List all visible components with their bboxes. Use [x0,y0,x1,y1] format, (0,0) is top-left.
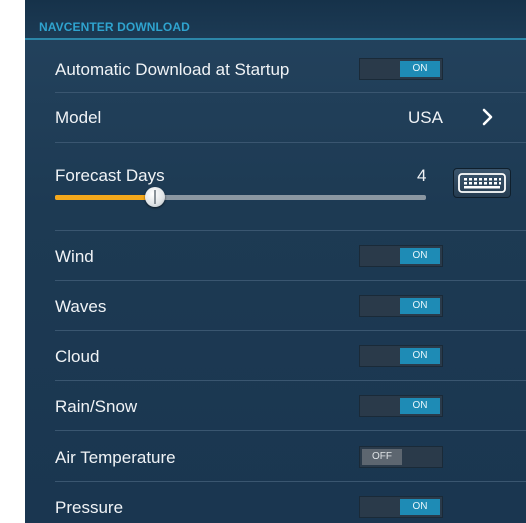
forecast-days-label: Forecast Days [55,166,165,185]
section-header: NAVCENTER DOWNLOAD [25,0,526,40]
divider [55,142,526,143]
divider [55,280,526,281]
divider [55,430,526,431]
divider [55,380,526,381]
keyboard-icon [458,173,506,193]
cloud-toggle-state: ON [400,348,440,364]
air-temperature-toggle-state: OFF [362,449,402,465]
keyboard-button[interactable] [453,168,511,198]
air-temperature-label: Air Temperature [55,448,176,467]
forecast-days-value: 4 [417,166,427,185]
auto-download-toggle-state: ON [400,61,440,77]
section-title: NAVCENTER DOWNLOAD [39,20,190,34]
wind-toggle[interactable]: ON [359,245,443,267]
pressure-label: Pressure [55,498,124,517]
rain-snow-label: Rain/Snow [55,397,138,416]
wind-label: Wind [55,247,94,266]
waves-toggle[interactable]: ON [359,295,443,317]
slider-thumb[interactable] [145,187,165,207]
waves-label: Waves [55,297,107,316]
pressure-toggle[interactable]: ON [359,496,443,518]
divider [55,330,526,331]
rain-snow-toggle[interactable]: ON [359,395,443,417]
model-value: USA [408,108,443,127]
settings-panel: NAVCENTER DOWNLOAD Automatic Download at… [25,0,526,523]
divider [55,481,526,482]
slider-fill [55,195,155,200]
divider [55,230,526,231]
auto-download-toggle[interactable]: ON [359,58,443,80]
air-temperature-toggle[interactable]: OFF [359,446,443,468]
rain-snow-toggle-state: ON [400,398,440,414]
forecast-days-slider[interactable] [55,186,426,210]
chevron-right-icon[interactable] [476,105,500,129]
cloud-label: Cloud [55,347,100,366]
wind-toggle-state: ON [400,248,440,264]
divider [55,92,526,93]
cloud-toggle[interactable]: ON [359,345,443,367]
model-label: Model [55,108,102,127]
waves-toggle-state: ON [400,298,440,314]
auto-download-label: Automatic Download at Startup [55,60,290,79]
pressure-toggle-state: ON [400,499,440,515]
